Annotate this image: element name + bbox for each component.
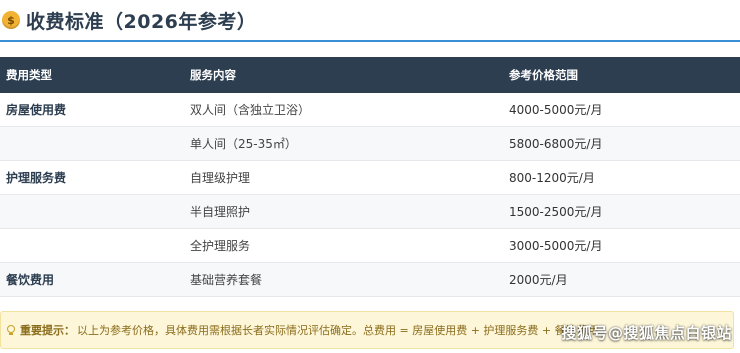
service-cell: 基础营养套餐 bbox=[183, 262, 493, 297]
fee-type-cell bbox=[0, 126, 183, 161]
fee-type-cell bbox=[0, 228, 183, 263]
price-cell: 5800-6800元/月 bbox=[493, 126, 740, 161]
watermark: 搜狐号@搜狐焦点白银站 bbox=[561, 324, 732, 342]
fee-type-cell: 护理服务费 bbox=[0, 160, 183, 195]
table-row: 护理服务费 自理级护理 800-1200元/月 bbox=[0, 160, 740, 195]
service-cell: 半自理照护 bbox=[183, 194, 493, 229]
column-header-service: 服务内容 bbox=[183, 57, 493, 93]
fee-type-cell bbox=[0, 194, 183, 229]
lightbulb-icon bbox=[7, 324, 16, 336]
service-cell: 全护理服务 bbox=[183, 228, 493, 263]
fee-type-cell: 餐饮费用 bbox=[0, 262, 183, 297]
column-header-type: 费用类型 bbox=[0, 57, 183, 93]
service-cell: 自理级护理 bbox=[183, 160, 493, 195]
note-text: 以上为参考价格，具体费用需根据长者实际情况评估确定。总费用 = 房屋使用费 + … bbox=[77, 324, 599, 337]
service-cell: 单人间（25-35㎡） bbox=[183, 126, 493, 161]
table-header-row: 费用类型 服务内容 参考价格范围 bbox=[0, 57, 740, 93]
table-row: 全护理服务 3000-5000元/月 bbox=[0, 228, 740, 263]
service-cell: 双人间（含独立卫浴） bbox=[183, 93, 493, 127]
price-cell: 800-1200元/月 bbox=[493, 160, 740, 195]
price-cell: 1500-2500元/月 bbox=[493, 194, 740, 229]
table-row: 房屋使用费 双人间（含独立卫浴） 4000-5000元/月 bbox=[0, 93, 740, 127]
table-row: 单人间（25-35㎡） 5800-6800元/月 bbox=[0, 126, 740, 161]
price-cell: 2000元/月 bbox=[493, 262, 740, 297]
money-bag-icon: $ bbox=[2, 11, 20, 29]
table-row: 餐饮费用 基础营养套餐 2000元/月 bbox=[0, 262, 740, 297]
price-cell: 3000-5000元/月 bbox=[493, 228, 740, 263]
fee-table: 费用类型 服务内容 参考价格范围 房屋使用费 双人间（含独立卫浴） 4000-5… bbox=[0, 57, 740, 297]
fee-type-cell: 房屋使用费 bbox=[0, 93, 183, 127]
price-cell: 4000-5000元/月 bbox=[493, 93, 740, 127]
page-title: 收费标准（2026年参考） bbox=[26, 10, 257, 33]
table-row: 半自理照护 1500-2500元/月 bbox=[0, 194, 740, 229]
note-label: 重要提示： bbox=[20, 324, 75, 337]
column-header-price: 参考价格范围 bbox=[493, 57, 740, 93]
page-header: $ 收费标准（2026年参考） bbox=[0, 0, 740, 42]
